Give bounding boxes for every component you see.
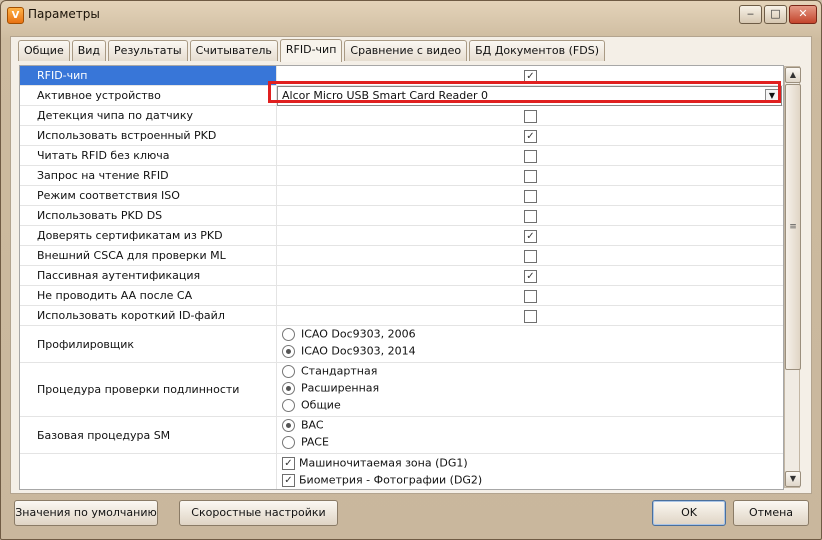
property-checkbox[interactable] xyxy=(524,209,537,223)
property-label: Режим соответствия ISO xyxy=(37,189,180,202)
active-device-select[interactable]: Alcor Micro USB Smart Card Reader 0 ▼ xyxy=(277,86,782,106)
property-row[interactable]: Доверять сертификатам из PKD ✓ xyxy=(20,226,783,246)
checklist-checkbox[interactable]: ✓ xyxy=(282,456,295,470)
radio-option[interactable]: Стандартная xyxy=(282,364,377,381)
property-label: Активное устройство xyxy=(37,89,161,102)
tab-2[interactable]: Результаты xyxy=(108,40,188,61)
property-checkbox[interactable] xyxy=(524,109,537,123)
tab-1[interactable]: Вид xyxy=(71,40,107,61)
property-checkbox[interactable] xyxy=(524,309,537,323)
property-label: Профилировщик xyxy=(37,337,135,351)
property-checkbox[interactable]: ✓ xyxy=(524,69,537,83)
vertical-scrollbar[interactable]: ▲ ≡ ▼ xyxy=(784,66,801,488)
checklist-option[interactable]: ✓ Биометрия - Фотографии (DG2) xyxy=(282,473,483,489)
property-row[interactable]: RFID-чип ✓ xyxy=(20,66,783,86)
defaults-button[interactable]: Значения по умолчанию xyxy=(14,500,158,526)
property-row[interactable]: Активное устройство Alcor Micro USB Smart… xyxy=(20,86,783,106)
property-label: Пассивная аутентификация xyxy=(37,269,201,282)
checklist-option[interactable]: ✓ Машиночитаемая зона (DG1) xyxy=(282,456,468,473)
property-label: Базовая процедура SM xyxy=(37,428,171,442)
checklist-checkbox[interactable]: ✓ xyxy=(282,473,295,487)
property-row[interactable]: Процедура проверки подлинности Стандартна… xyxy=(20,363,783,417)
maximize-button[interactable]: □ xyxy=(764,5,787,24)
property-row[interactable]: Режим соответствия ISO xyxy=(20,186,783,206)
property-row[interactable]: Запрос на чтение RFID xyxy=(20,166,783,186)
property-grid: RFID-чип ✓ Активное устройство Alcor Micro … xyxy=(19,65,784,490)
tab-bar: Общие Вид Результаты Считыватель RFID-чип Сра… xyxy=(18,38,605,62)
property-label: Читать RFID без ключа xyxy=(37,149,170,162)
radio-button-icon[interactable] xyxy=(282,381,295,395)
property-row[interactable]: Использовать PKD DS xyxy=(20,206,783,226)
tab-6[interactable]: БД Документов (FDS) xyxy=(469,40,605,61)
property-checkbox[interactable] xyxy=(524,249,537,263)
radio-label: PACE xyxy=(301,435,329,449)
radio-button-icon[interactable] xyxy=(282,398,295,412)
property-label: Не проводить AA после CA xyxy=(37,289,193,302)
radio-label: ICAO Doc9303, 2014 xyxy=(301,344,416,358)
radio-option[interactable]: Общие xyxy=(282,398,341,415)
property-row[interactable]: Использовать короткий ID-файл xyxy=(20,306,783,326)
tab-4[interactable]: RFID-чип xyxy=(279,39,343,62)
property-checkbox[interactable] xyxy=(524,289,537,303)
radio-option[interactable]: ICAO Doc9303, 2006 xyxy=(282,327,416,344)
scroll-thumb[interactable]: ≡ xyxy=(785,84,801,370)
checklist-label: Машиночитаемая зона (DG1) xyxy=(299,456,468,470)
property-row[interactable]: Читать RFID без ключа xyxy=(20,146,783,166)
property-checkbox[interactable]: ✓ xyxy=(524,229,537,243)
cancel-button[interactable]: Отмена xyxy=(733,500,809,526)
property-checkbox[interactable] xyxy=(524,189,537,203)
title-bar[interactable]: V Параметры ‒ □ ✕ xyxy=(1,1,821,29)
property-label: Использовать встроенный PKD xyxy=(37,129,217,142)
property-label: RFID-чип xyxy=(37,69,88,82)
property-checkbox[interactable] xyxy=(524,169,537,183)
property-row[interactable]: Не проводить AA после CA xyxy=(20,286,783,306)
radio-label: ICAO Doc9303, 2006 xyxy=(301,327,416,341)
property-label: Детекция чипа по датчику xyxy=(37,109,193,122)
radio-label: Расширенная xyxy=(301,381,380,395)
property-row[interactable]: Пассивная аутентификация ✓ xyxy=(20,266,783,286)
property-label: Процедура проверки подлинности xyxy=(37,383,240,396)
tab-3[interactable]: Считыватель xyxy=(189,40,278,61)
radio-label: BAC xyxy=(301,418,324,432)
property-row[interactable]: ✓ Машиночитаемая зона (DG1) ✓ Биометрия - Ф… xyxy=(20,454,783,489)
property-checkbox[interactable] xyxy=(524,149,537,163)
radio-button-icon[interactable] xyxy=(282,344,295,358)
tab-5[interactable]: Сравнение с видео xyxy=(344,40,468,61)
quick-settings-button[interactable]: Скоростные настройки xyxy=(179,500,338,526)
active-device-value: Alcor Micro USB Smart Card Reader 0 xyxy=(282,89,488,102)
radio-button-icon[interactable] xyxy=(282,364,295,378)
radio-button-icon[interactable] xyxy=(282,327,295,341)
property-row[interactable]: Внешний CSCA для проверки ML xyxy=(20,246,783,266)
close-button[interactable]: ✕ xyxy=(789,5,817,24)
checklist-label: Биометрия - Фотографии (DG2) xyxy=(299,473,483,487)
property-checkbox[interactable]: ✓ xyxy=(524,269,537,283)
property-row[interactable]: Базовая процедура SM BAC PACE xyxy=(20,417,783,454)
chevron-down-icon[interactable]: ▼ xyxy=(765,89,779,103)
app-logo-icon: V xyxy=(7,7,24,24)
minimize-button[interactable]: ‒ xyxy=(739,5,762,24)
radio-label: Стандартная xyxy=(301,364,378,378)
scroll-up-arrow-icon[interactable]: ▲ xyxy=(785,67,801,83)
property-label: Доверять сертификатам из PKD xyxy=(37,229,223,242)
radio-option[interactable]: Расширенная xyxy=(282,381,379,398)
scroll-down-arrow-icon[interactable]: ▼ xyxy=(785,471,801,487)
window-title: Параметры xyxy=(28,7,100,21)
radio-button-icon[interactable] xyxy=(282,435,295,449)
property-row[interactable]: Профилировщик ICAO Doc9303, 2006 ICAO Doc9… xyxy=(20,326,783,363)
property-row[interactable]: Использовать встроенный PKD ✓ xyxy=(20,126,783,146)
property-label: Внешний CSCA для проверки ML xyxy=(37,249,226,262)
radio-label: Общие xyxy=(301,398,341,412)
property-label: Запрос на чтение RFID xyxy=(37,169,169,182)
property-checkbox[interactable]: ✓ xyxy=(524,129,537,143)
ok-button[interactable]: OK xyxy=(652,500,726,526)
property-label: Использовать короткий ID-файл xyxy=(37,309,225,322)
tab-0[interactable]: Общие xyxy=(18,40,70,61)
property-label: Использовать PKD DS xyxy=(37,209,163,222)
property-row[interactable]: Детекция чипа по датчику xyxy=(20,106,783,126)
radio-option[interactable]: ICAO Doc9303, 2014 xyxy=(282,344,416,361)
radio-option[interactable]: BAC xyxy=(282,418,324,435)
radio-option[interactable]: PACE xyxy=(282,435,329,452)
radio-button-icon[interactable] xyxy=(282,418,295,432)
